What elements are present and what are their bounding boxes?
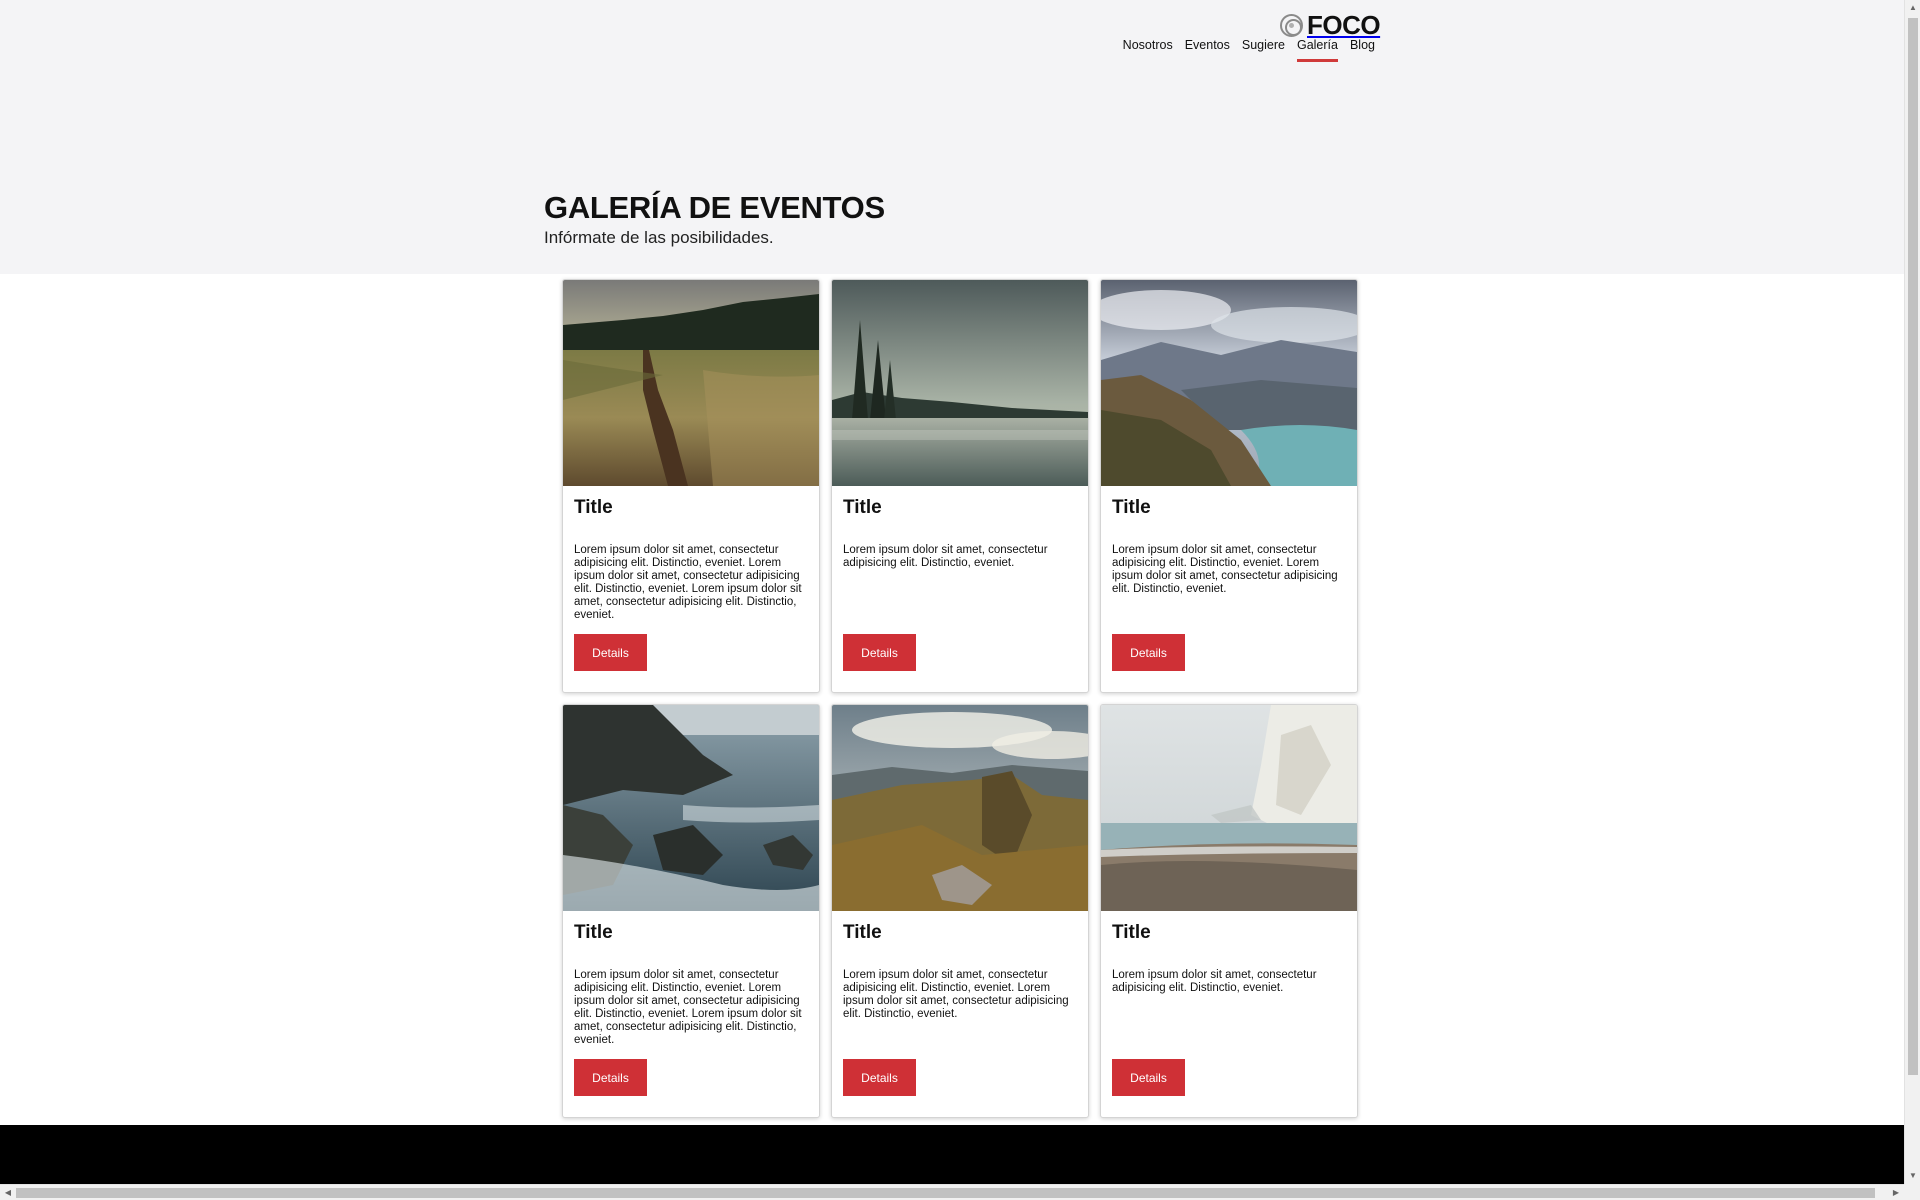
card-title: Title: [574, 922, 613, 943]
gallery-card: Title Lorem ipsum dolor sit amet, consec…: [562, 704, 820, 1118]
vertical-scrollbar[interactable]: ▲ ▼: [1904, 0, 1920, 1184]
card-description: Lorem ipsum dolor sit amet, consectetur …: [574, 969, 802, 1046]
details-button[interactable]: Details: [843, 1059, 916, 1096]
page-subtitle: Infórmate de las posibilidades.: [544, 228, 774, 247]
mountain-river-photo: [1101, 280, 1357, 486]
gallery-card: Title Lorem ipsum dolor sit amet, consec…: [831, 704, 1089, 1118]
card-description: Lorem ipsum dolor sit amet, consectetur …: [1112, 544, 1338, 595]
scroll-down-arrow-icon[interactable]: ▼: [1905, 1168, 1920, 1184]
card-description: Lorem ipsum dolor sit amet, consectetur …: [1112, 969, 1317, 994]
card-description: Lorem ipsum dolor sit amet, consectetur …: [574, 544, 802, 621]
spiral-logo-icon: [1280, 14, 1303, 37]
card-description: Lorem ipsum dolor sit amet, consectetur …: [843, 544, 1048, 569]
nav-item-sugiere[interactable]: Sugiere: [1242, 38, 1285, 58]
logo-text: FOCO: [1307, 10, 1381, 40]
hero-header: FOCO Nosotros Eventos Sugiere Galería Bl…: [0, 0, 1904, 274]
gallery-card: Title Lorem ipsum dolor sit amet, consec…: [562, 279, 820, 693]
card-title: Title: [1112, 922, 1151, 943]
details-button[interactable]: Details: [1112, 1059, 1185, 1096]
gallery-card: Title Lorem ipsum dolor sit amet, consec…: [1100, 704, 1358, 1118]
card-title: Title: [574, 497, 613, 518]
page-title: GALERÍA DE EVENTOS: [544, 190, 885, 225]
hillside-valley-photo: [832, 705, 1088, 911]
gallery-card: Title Lorem ipsum dolor sit amet, consec…: [1100, 279, 1358, 693]
details-button[interactable]: Details: [843, 634, 916, 671]
scrollbar-corner: [1904, 1184, 1920, 1200]
card-title: Title: [843, 922, 882, 943]
page-viewport: FOCO Nosotros Eventos Sugiere Galería Bl…: [0, 0, 1904, 1184]
nav-item-nosotros[interactable]: Nosotros: [1123, 38, 1173, 58]
event-gallery-grid: Title Lorem ipsum dolor sit amet, consec…: [562, 279, 1359, 1118]
card-title: Title: [843, 497, 882, 518]
nav-item-eventos[interactable]: Eventos: [1185, 38, 1230, 58]
rocky-coast-photo: [563, 705, 819, 911]
horizontal-scrollbar-thumb[interactable]: [16, 1188, 1875, 1198]
nav-item-blog[interactable]: Blog: [1350, 38, 1375, 58]
main-nav: Nosotros Eventos Sugiere Galería Blog: [1123, 38, 1375, 62]
horizontal-scrollbar[interactable]: ◀ ▶: [0, 1184, 1904, 1200]
details-button[interactable]: Details: [574, 1059, 647, 1096]
scroll-right-arrow-icon[interactable]: ▶: [1888, 1185, 1904, 1200]
meadow-path-photo: [563, 280, 819, 486]
card-description: Lorem ipsum dolor sit amet, consectetur …: [843, 969, 1069, 1020]
scroll-left-arrow-icon[interactable]: ◀: [0, 1185, 16, 1200]
card-title: Title: [1112, 497, 1151, 518]
white-cliff-beach-photo: [1101, 705, 1357, 911]
details-button[interactable]: Details: [1112, 634, 1185, 671]
nav-item-galeria[interactable]: Galería: [1296, 38, 1338, 62]
scroll-up-arrow-icon[interactable]: ▲: [1905, 0, 1920, 16]
details-button[interactable]: Details: [574, 634, 647, 671]
site-logo[interactable]: FOCO: [1280, 10, 1381, 41]
gallery-card: Title Lorem ipsum dolor sit amet, consec…: [831, 279, 1089, 693]
vertical-scrollbar-thumb[interactable]: [1908, 18, 1918, 1075]
page-footer: [0, 1125, 1904, 1184]
misty-lake-photo: [832, 280, 1088, 486]
